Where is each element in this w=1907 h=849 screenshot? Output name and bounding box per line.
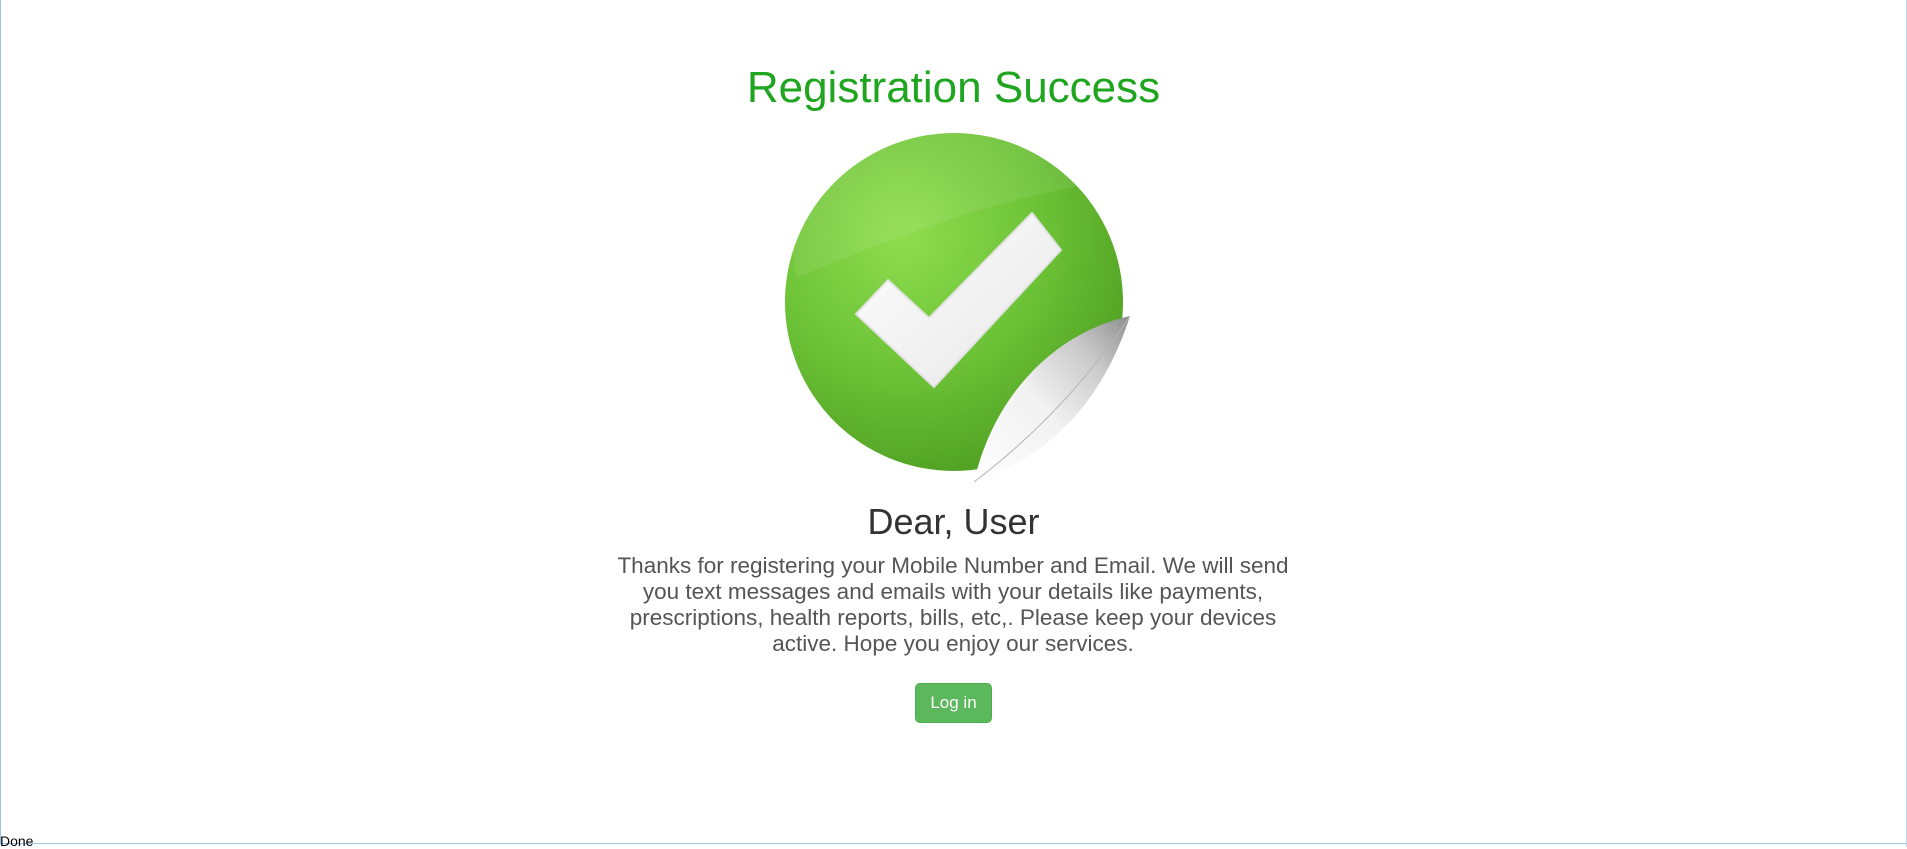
checkmark-sticker-icon <box>776 130 1131 484</box>
confirmation-message: Thanks for registering your Mobile Numbe… <box>617 553 1289 656</box>
page-title: Registration Success <box>746 63 1161 112</box>
greeting-heading: Dear, User <box>867 501 1040 542</box>
registration-success-page: Registration Success Dear, User Thanks f… <box>0 0 1907 847</box>
login-button[interactable]: Log in <box>915 683 992 723</box>
